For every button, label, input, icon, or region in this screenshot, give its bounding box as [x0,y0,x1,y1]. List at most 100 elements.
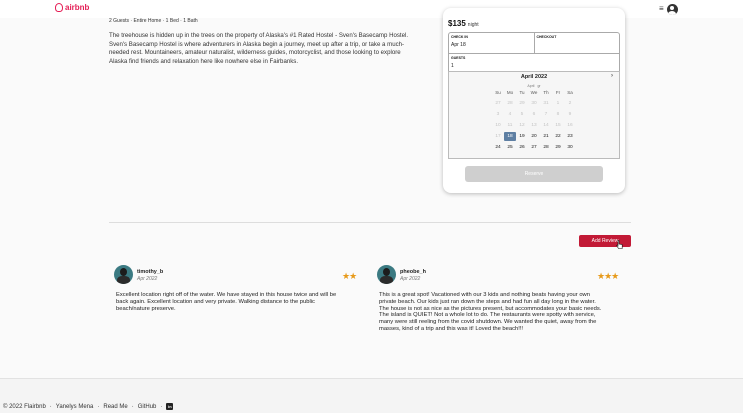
calendar-selects: April gr [449,81,619,88]
listing-summary: 2 Guests · Entire Home · 1 Bed · 1 Bath [109,18,198,24]
calendar-day[interactable]: 29 [552,143,564,152]
review-date: Apr 2022 [400,276,421,282]
weekday-label: Fr [555,90,561,95]
calendar-day[interactable]: 23 [564,132,576,141]
airbnb-logo-icon [55,3,63,12]
hamburger-icon: ≡ [659,4,664,13]
calendar-day: 6 [532,112,536,117]
date-picker: April 2022 › April gr Su Mo Tu We Th Fr Sa 27 2… [448,71,620,159]
calendar-day: 15 [555,123,561,128]
calendar-day: 12 [519,123,525,128]
review-line: Excellent location right off of the wate… [116,292,337,298]
footer-links: © 2022 Flairbnb · Yanelys Mena · Read Me… [3,403,174,410]
github-link[interactable]: GitHub [138,404,157,410]
home-logo[interactable]: airbnb [55,3,89,12]
calendar-day: 17 [495,134,501,139]
checkout-label: CHECKOUT [536,35,557,39]
review-line: masses, kind of a trip and this was it! … [379,325,524,332]
guests-label: GUESTS [451,56,466,60]
review-text: Excellent location right off of the wate… [116,292,336,312]
calendar-day: 2 [568,101,572,106]
review-line: The house is not as nice as the pictures… [379,305,602,312]
month-select[interactable]: April [527,84,534,88]
user-menu-button[interactable]: ≡ [659,2,681,16]
reserve-button[interactable]: Reserve [465,166,603,182]
footer: © 2022 Flairbnb · Yanelys Mena · Read Me… [0,378,743,413]
weekday-label: Mo [506,90,514,95]
calendar-day: 14 [543,123,549,128]
checkin-label: CHECK IN [451,35,468,39]
checkin-field[interactable]: CHECK IN Apr 18 [449,33,534,53]
checkout-field[interactable]: CHECKOUT [533,33,620,53]
calendar-days-grid: 27 28 29 30 31 1 2 3 4 5 6 7 8 9 10 11 12 13 14 15 16 17 18 19 2… [449,99,619,152]
separator: · [160,403,163,410]
calendar-day[interactable]: 21 [540,132,552,141]
calendar-day[interactable]: 22 [552,132,564,141]
calendar-day: 27 [495,101,501,106]
user-avatar-icon [666,3,678,15]
reviewer-name: pheobe_h [400,269,426,275]
calendar-day: 30 [531,101,537,106]
author-link[interactable]: Yanelys Mena [56,404,94,410]
calendar-day: 28 [507,101,513,106]
weekday-label: We [530,90,538,95]
checkin-value: Apr 18 [451,42,466,48]
calendar-day: 16 [567,123,573,128]
calendar-day[interactable]: 24 [492,143,504,152]
review-line: many were still reeling from the covid s… [379,319,597,326]
calendar-day[interactable]: 19 [516,132,528,141]
calendar-day[interactable]: 20 [528,132,540,141]
calendar-day: 11 [507,123,513,128]
navbar: airbnb ≡ [0,0,743,18]
calendar-day-selected[interactable]: 18 [504,132,516,141]
calendar-day: 13 [531,123,537,128]
price-unit: night [467,22,479,28]
calendar-day: 4 [508,112,512,117]
calendar-day[interactable]: 26 [516,143,528,152]
weekday-label: Su [495,90,501,95]
calendar-day: 5 [520,112,524,117]
calendar-day[interactable]: 30 [564,143,576,152]
separator: · [131,403,134,410]
calendar-day: 3 [496,112,500,117]
price-value: $135 [448,19,466,28]
calendar-day: 1 [556,101,560,106]
date-inputs: CHECK IN Apr 18 CHECKOUT [448,32,620,54]
calendar-header: April 2022 › [449,72,619,81]
weekday-label: Th [543,90,549,95]
pointer-cursor-icon [616,240,623,249]
readme-link[interactable]: Read Me [103,404,127,410]
calendar-day: 9 [568,112,572,117]
next-month-chevron-icon[interactable]: › [611,73,613,79]
calendar-day: 8 [556,112,560,117]
calendar-month-title: April 2022 [520,74,548,80]
separator: · [97,403,100,410]
calendar-day[interactable]: 28 [540,143,552,152]
review-line: This is a great spot! Vacationed with ou… [379,292,590,298]
listing-description: The treehouse is hidden up in the trees … [109,32,409,65]
linkedin-icon[interactable]: in [166,403,174,410]
weekday-header: Su Mo Tu We Th Fr Sa [449,90,619,95]
star-rating-icon: ★★ [342,271,357,281]
weekday-label: Tu [519,90,525,95]
review-line: The island is QUIET! Not a whole lot to … [379,312,596,319]
brand-name: airbnb [65,3,90,12]
calendar-day: 10 [495,123,501,128]
calendar-day: 31 [543,101,549,106]
separator: · [49,403,52,410]
section-divider [109,222,631,223]
calendar-day: 7 [544,112,548,117]
calendar-day[interactable]: 27 [528,143,540,152]
copyright: © 2022 Flairbnb [3,403,46,410]
guests-value: 1 [451,63,454,69]
booking-card: $135 night CHECK IN Apr 18 CHECKOUT GUEST… [443,8,625,193]
calendar-day[interactable]: 25 [504,143,516,152]
year-select[interactable]: gr [537,84,540,88]
calendar-day: 29 [519,101,525,106]
weekday-label: Sa [567,90,573,95]
review-text: This is a great spot! Vacationed with ou… [379,292,601,333]
review-line: beach/nature preserve. [116,305,176,312]
reviewer-name: timothy_b [137,269,164,275]
star-rating-icon: ★★★ [597,271,619,281]
add-review-button[interactable]: Add Review [579,235,631,247]
